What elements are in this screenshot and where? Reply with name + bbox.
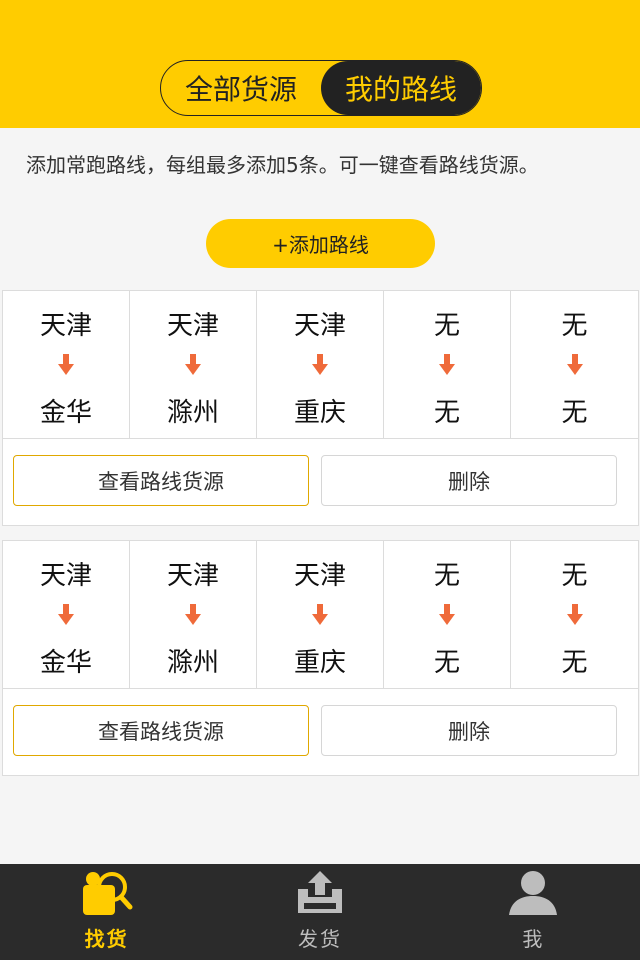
route-cell: 天津 滁州 (130, 541, 257, 688)
tab-ship-cargo[interactable]: 发货 (213, 864, 426, 960)
arrow-down-icon (58, 604, 74, 625)
arrow-down-icon (185, 354, 201, 375)
search-cargo-icon (82, 872, 133, 915)
arrow-down-icon (566, 354, 583, 375)
route-cell: 无 无 (511, 541, 638, 688)
header-bar: 全部货源 我的路线 (0, 0, 640, 128)
ship-box-icon (297, 871, 342, 913)
origin-city: 天津 (293, 311, 346, 341)
route-cells: 天津 金华 天津 滁州 天津 重庆 无 无 无 无 (3, 291, 638, 439)
destination-city: 重庆 (293, 648, 346, 678)
view-route-cargo-button[interactable]: 查看路线货源 (13, 705, 309, 756)
arrow-down-icon (58, 354, 74, 375)
segment-my-routes[interactable]: 我的路线 (321, 61, 481, 115)
destination-city: 无 (561, 398, 588, 428)
route-cell: 无 无 (511, 291, 638, 438)
tab-me[interactable]: 我 (427, 864, 640, 960)
destination-city: 滁州 (166, 648, 219, 678)
destination-city: 重庆 (293, 398, 346, 428)
tab-label: 发货 (297, 927, 342, 951)
user-icon (509, 871, 558, 915)
destination-city: 无 (561, 648, 588, 678)
destination-city: 无 (433, 398, 460, 428)
arrow-down-icon (439, 604, 455, 625)
arrow-down-icon (312, 354, 328, 375)
origin-city: 天津 (166, 311, 219, 341)
route-cell: 天津 金华 (3, 541, 130, 688)
view-route-cargo-button[interactable]: 查看路线货源 (13, 455, 309, 506)
origin-city: 天津 (293, 561, 346, 591)
origin-city: 无 (561, 311, 588, 341)
instruction-text: 添加常跑路线，每组最多添加5条。可一键查看路线货源。 (26, 153, 539, 177)
destination-city: 金华 (39, 648, 92, 678)
route-cell: 无 无 (384, 541, 511, 688)
origin-city: 无 (433, 561, 460, 591)
tab-label: 我 (522, 927, 545, 951)
tab-find-cargo[interactable]: 找货 (0, 864, 213, 960)
route-cell: 无 无 (384, 291, 511, 438)
destination-city: 无 (433, 648, 460, 678)
route-cell: 天津 重庆 (257, 291, 384, 438)
route-card: 天津 金华 天津 滁州 天津 重庆 无 无 无 无 查看路线货源 删除 (2, 540, 639, 776)
delete-route-button[interactable]: 删除 (321, 455, 617, 506)
route-cell: 天津 滁州 (130, 291, 257, 438)
route-actions: 查看路线货源 删除 (3, 689, 638, 777)
origin-city: 天津 (166, 561, 219, 591)
arrow-down-icon (185, 604, 201, 625)
segment-control: 全部货源 我的路线 (160, 60, 482, 116)
route-cell: 天津 金华 (3, 291, 130, 438)
origin-city: 无 (561, 561, 588, 591)
origin-city: 天津 (39, 561, 92, 591)
tab-label: 找货 (84, 927, 129, 951)
destination-city: 滁州 (166, 398, 219, 428)
route-card: 天津 金华 天津 滁州 天津 重庆 无 无 无 无 查看路线货源 删除 (2, 290, 639, 526)
arrow-down-icon (566, 604, 583, 625)
delete-route-button[interactable]: 删除 (321, 705, 617, 756)
bottom-tab-bar: 找货 发货 我 (0, 864, 640, 960)
destination-city: 金华 (39, 398, 92, 428)
route-cell: 天津 重庆 (257, 541, 384, 688)
route-actions: 查看路线货源 删除 (3, 439, 638, 527)
arrow-down-icon (439, 354, 455, 375)
origin-city: 天津 (39, 311, 92, 341)
add-route-button[interactable]: +添加路线 (206, 219, 435, 268)
origin-city: 无 (433, 311, 460, 341)
route-cells: 天津 金华 天津 滁州 天津 重庆 无 无 无 无 (3, 541, 638, 689)
arrow-down-icon (312, 604, 328, 625)
segment-all-cargo[interactable]: 全部货源 (161, 61, 321, 115)
